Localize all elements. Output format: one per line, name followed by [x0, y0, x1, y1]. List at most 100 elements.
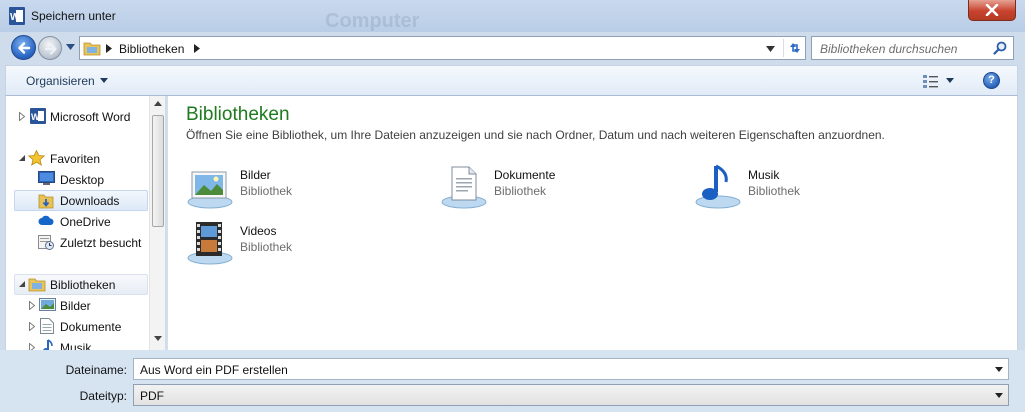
svg-text:W: W	[31, 112, 40, 122]
collapse-arrow-icon[interactable]	[18, 154, 26, 162]
videos-library-icon	[187, 222, 233, 265]
chevron-down-icon[interactable]	[100, 78, 108, 83]
libraries-icon	[28, 278, 46, 292]
nav-item-label: Musik	[60, 341, 92, 350]
nav-item-label: OneDrive	[60, 215, 111, 229]
star-icon	[28, 150, 45, 166]
help-icon: ?	[988, 74, 995, 86]
organize-button[interactable]: Organisieren	[26, 74, 95, 88]
music-library-icon	[695, 164, 741, 209]
desktop-icon	[38, 171, 55, 185]
scroll-up-icon[interactable]	[154, 101, 162, 106]
library-item-musik[interactable]: Musik Bibliothek	[694, 164, 924, 214]
collapse-arrow-icon[interactable]	[18, 280, 26, 288]
breadcrumb-item-bibliotheken[interactable]: Bibliotheken	[119, 42, 184, 56]
breadcrumb-separator-icon[interactable]	[194, 44, 200, 53]
library-name: Bilder	[240, 168, 271, 182]
nav-item-musik[interactable]: Musik	[14, 337, 148, 350]
filetype-label: Dateityp:	[79, 389, 127, 403]
nav-item-favoriten[interactable]: Favoriten	[14, 148, 148, 169]
filename-field[interactable]: Aus Word ein PDF erstellen	[133, 358, 1009, 380]
library-item-dokumente[interactable]: Dokumente Bibliothek	[440, 164, 670, 214]
nav-item-dokumente[interactable]: Dokumente	[14, 316, 148, 337]
window-title: Speichern unter	[31, 9, 116, 23]
close-icon	[985, 4, 999, 16]
expand-arrow-icon[interactable]	[29, 322, 35, 331]
library-type: Bibliothek	[494, 184, 547, 198]
address-dropdown-icon[interactable]	[766, 46, 775, 52]
expand-arrow-icon[interactable]	[19, 112, 25, 121]
nav-item-label: Dokumente	[60, 320, 122, 334]
recent-places-icon	[38, 235, 54, 250]
word-app-icon: W	[9, 7, 25, 25]
search-box[interactable]: Bibliotheken durchsuchen	[811, 36, 1014, 60]
library-type: Bibliothek	[240, 240, 293, 254]
nav-item-label: Zuletzt besucht	[60, 236, 142, 250]
libraries-content-pane: Bibliotheken Öffnen Sie eine Bibliothek,…	[167, 96, 1018, 350]
nav-item-label: Bibliotheken	[50, 278, 116, 292]
downloads-folder-icon	[38, 194, 54, 209]
filetype-value: PDF	[140, 389, 164, 403]
forward-button[interactable]	[38, 36, 62, 60]
nav-item-desktop[interactable]: Desktop	[14, 169, 148, 190]
documents-icon	[40, 318, 54, 334]
help-button[interactable]: ?	[983, 72, 1000, 89]
back-button[interactable]	[11, 35, 36, 60]
word-icon: W	[30, 108, 46, 124]
pictures-library-icon	[187, 171, 233, 209]
filename-value: Aus Word ein PDF erstellen	[140, 363, 288, 377]
filetype-select[interactable]: PDF	[133, 384, 1009, 406]
nav-pane-scrollbar[interactable]	[149, 96, 165, 350]
close-button[interactable]	[968, 0, 1016, 21]
music-icon	[43, 339, 53, 350]
forward-arrow-icon	[44, 43, 57, 55]
nav-item-label: Desktop	[60, 173, 105, 187]
nav-item-label: Downloads	[60, 194, 120, 208]
nav-item-microsoft-word[interactable]: W Microsoft Word	[14, 106, 148, 127]
nav-item-bibliotheken[interactable]: Bibliotheken	[14, 274, 148, 295]
background-ghost-text: Computer	[325, 10, 420, 32]
nav-item-downloads[interactable]: Downloads	[14, 190, 148, 211]
search-icon[interactable]	[993, 41, 1007, 55]
title-bar: W Speichern unter Computer	[0, 0, 1025, 32]
library-type: Bibliothek	[240, 184, 293, 198]
libraries-icon	[83, 42, 101, 56]
change-view-icon[interactable]	[922, 73, 940, 89]
pictures-icon	[39, 298, 56, 311]
refresh-button[interactable]	[783, 39, 805, 57]
nav-item-zuletzt-besucht[interactable]: Zuletzt besucht	[14, 232, 148, 253]
nav-item-label: Bilder	[60, 299, 91, 313]
svg-text:W: W	[10, 12, 20, 23]
library-item-bilder[interactable]: Bilder Bibliothek	[186, 164, 416, 214]
library-name: Videos	[240, 224, 277, 238]
filename-label: Dateiname:	[65, 363, 127, 377]
documents-library-icon	[441, 166, 487, 209]
chevron-down-icon[interactable]	[995, 393, 1003, 398]
expand-arrow-icon[interactable]	[29, 343, 35, 350]
library-type: Bibliothek	[748, 184, 801, 198]
scroll-down-icon[interactable]	[154, 336, 162, 341]
refresh-icon	[790, 43, 800, 53]
nav-item-label: Favoriten	[50, 152, 101, 166]
expand-arrow-icon[interactable]	[29, 301, 35, 310]
nav-item-onedrive[interactable]: OneDrive	[14, 211, 148, 232]
command-bar: Organisieren ?	[5, 65, 1018, 96]
chevron-down-icon[interactable]	[946, 78, 954, 83]
navigation-pane: W Microsoft Word Favoriten Desktop Downl…	[5, 96, 165, 350]
onedrive-icon	[38, 215, 54, 225]
address-bar[interactable]: Bibliotheken	[79, 36, 806, 60]
back-arrow-icon	[18, 42, 31, 54]
search-placeholder: Bibliotheken durchsuchen	[820, 42, 958, 56]
library-item-videos[interactable]: Videos Bibliothek	[186, 220, 416, 270]
nav-item-bilder[interactable]: Bilder	[14, 295, 148, 316]
scrollbar-thumb[interactable]	[152, 115, 164, 227]
page-title: Bibliotheken	[186, 104, 290, 125]
recent-pages-dropdown-icon[interactable]	[66, 44, 75, 50]
navigation-bar: Bibliotheken Bibliotheken durchsuchen	[0, 32, 1025, 62]
nav-item-label: Microsoft Word	[50, 110, 131, 124]
save-form: Dateiname: Aus Word ein PDF erstellen Da…	[0, 350, 1025, 412]
breadcrumb-separator-icon[interactable]	[106, 44, 112, 53]
library-name: Musik	[748, 168, 780, 182]
page-description: Öffnen Sie eine Bibliothek, um Ihre Date…	[186, 128, 885, 142]
chevron-down-icon[interactable]	[995, 367, 1003, 372]
